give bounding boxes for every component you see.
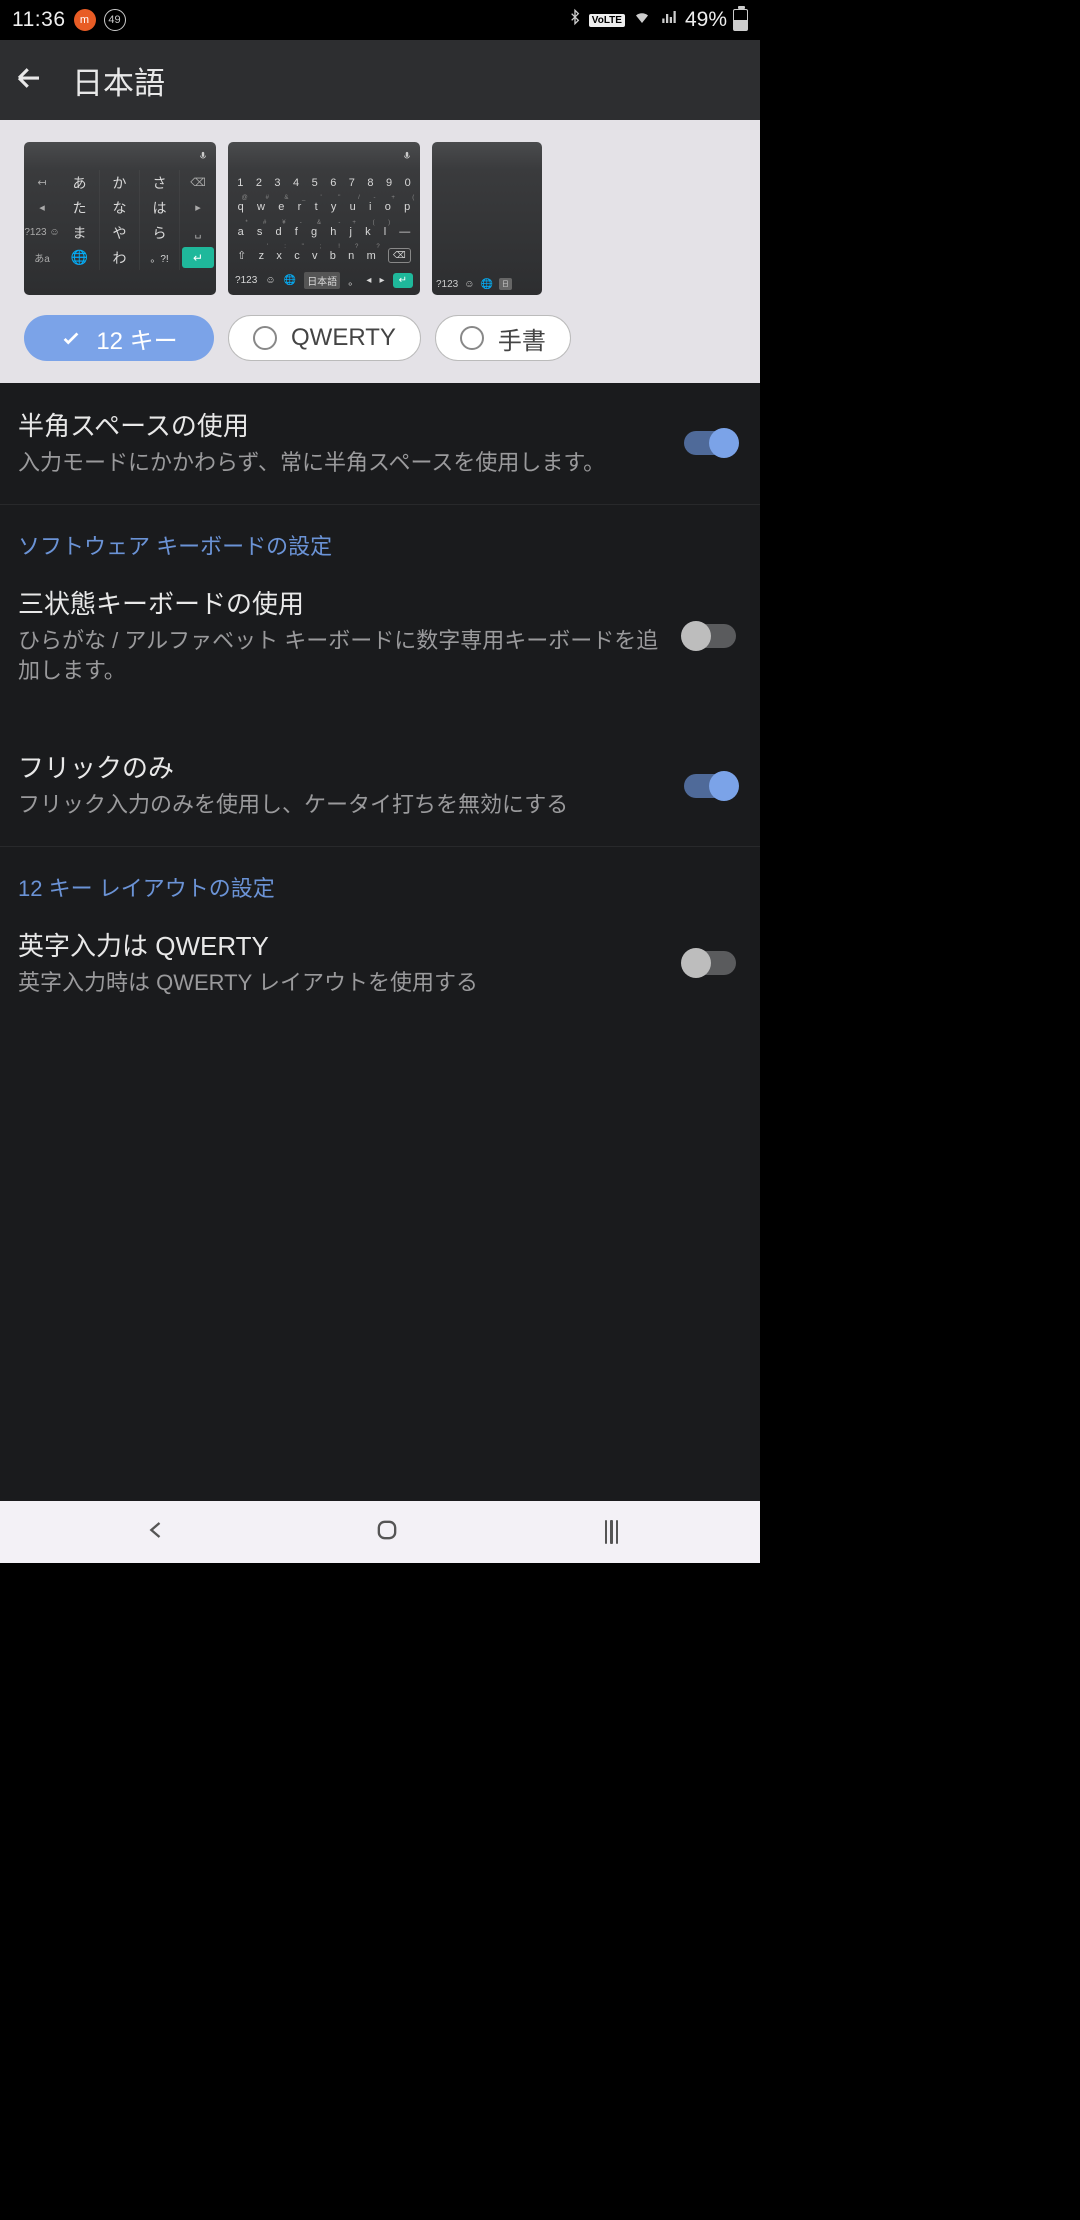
notification-count-icon: 49 [104,9,126,31]
nav-home-button[interactable] [373,1516,401,1549]
setting-halfwidth-space[interactable]: 半角スペースの使用 入力モードにかかわらず、常に半角スペースを使用します。 [0,383,760,505]
app-bar: 日本語 [0,40,760,120]
chip-label: 手書 [498,321,546,356]
setting-subtitle: ひらがな / アルファベット キーボードに数字専用キーボードを追加します。 [18,626,664,685]
chip-label: QWERTY [291,324,396,352]
setting-title: 英字入力は QWERTY [18,929,664,964]
setting-flick-only[interactable]: フリックのみ フリック入力のみを使用し、ケータイ打ちを無効にする [0,711,760,847]
battery-percent: 49% [685,8,727,32]
settings-list[interactable]: 半角スペースの使用 入力モードにかかわらず、常に半角スペースを使用します。 ソフ… [0,383,760,1501]
setting-title: フリックのみ [18,751,664,786]
radio-icon [253,326,277,350]
signal-icon [659,8,679,32]
setting-subtitle: 入力モードにかかわらず、常に半角スペースを使用します。 [18,448,664,478]
layout-chip-qwerty[interactable]: QWERTY [228,315,421,361]
wifi-icon [631,8,653,32]
nav-back-button[interactable] [142,1516,170,1549]
layout-preview-qwerty[interactable]: 1234567890 q@w#e&r_t'y"u/i-o+p( a*s#d¥f-… [228,142,420,295]
radio-icon [460,326,484,350]
layout-chip-handwriting[interactable]: 手書 [435,315,571,361]
setting-tristate-keyboard[interactable]: 三状態キーボードの使用 ひらがな / アルファベット キーボードに数字専用キーボ… [0,571,760,711]
layout-chip-12key[interactable]: 12 キー [24,315,214,361]
toggle-switch[interactable] [684,624,736,648]
section-header-12key-layout: 12 キー レイアウトの設定 [0,847,760,913]
back-button[interactable] [14,63,44,98]
layout-carousel[interactable]: ↤あかさ⌫ ◂たなは▸ ?123 ☺まやら␣ あa🌐わ。?!↵ 12345678… [0,120,760,383]
setting-title: 三状態キーボードの使用 [18,587,664,622]
clock: 11:36 [12,8,66,32]
notification-icon: m [74,9,96,31]
setting-alpha-qwerty[interactable]: 英字入力は QWERTY 英字入力時は QWERTY レイアウトを使用する [0,913,760,1024]
setting-subtitle: フリック入力のみを使用し、ケータイ打ちを無効にする [18,790,664,820]
bluetooth-icon [567,7,583,33]
toggle-switch[interactable] [684,431,736,455]
status-bar: 11:36 m 49 VoLTE 49% [0,0,760,40]
section-header-software-keyboard: ソフトウェア キーボードの設定 [0,505,760,571]
layout-preview-handwriting[interactable]: ?123☺🌐日 [432,142,542,295]
battery-icon [733,9,748,31]
toggle-switch[interactable] [684,774,736,798]
page-title: 日本語 [72,58,165,103]
volte-icon: VoLTE [589,14,625,27]
nav-recent-button[interactable] [605,1520,619,1544]
toggle-switch[interactable] [684,951,736,975]
setting-subtitle: 英字入力時は QWERTY レイアウトを使用する [18,968,664,998]
check-icon [60,327,82,349]
navigation-bar [0,1501,760,1563]
chip-label: 12 キー [96,321,177,356]
layout-preview-12key[interactable]: ↤あかさ⌫ ◂たなは▸ ?123 ☺まやら␣ あa🌐わ。?!↵ [24,142,216,295]
setting-title: 半角スペースの使用 [18,409,664,444]
